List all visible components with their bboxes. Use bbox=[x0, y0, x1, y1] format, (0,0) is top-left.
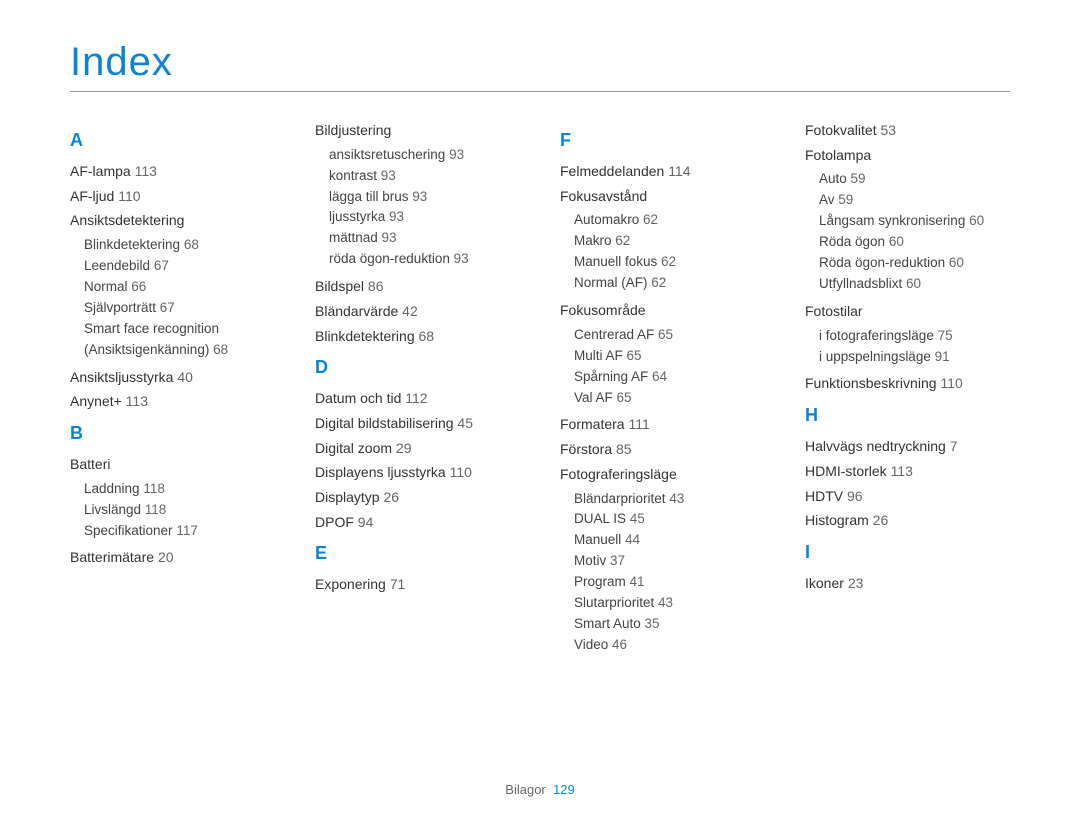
page-title: Index bbox=[70, 40, 1010, 92]
index-subentry: Bländarprioritet 43 bbox=[574, 489, 765, 510]
index-subentry: Manuell 44 bbox=[574, 530, 765, 551]
index-entry: Ansiktsljusstyrka 40 bbox=[70, 367, 275, 389]
index-subentry: Långsam synkronisering 60 bbox=[819, 211, 1010, 232]
index-letter: F bbox=[560, 130, 765, 151]
index-subentry: i fotograferingsläge 75 bbox=[819, 326, 1010, 347]
index-column: Fotokvalitet 53 FotolampaAuto 59Av 59Lång… bbox=[805, 120, 1010, 662]
index-entry: Bildjustering bbox=[315, 120, 520, 142]
index-entry: Fotograferingsläge bbox=[560, 464, 765, 486]
index-subentry: Livslängd 118 bbox=[84, 500, 275, 521]
index-column: Bildjustering ansiktsretuschering 93kontr… bbox=[315, 120, 520, 662]
index-entry: DPOF 94 bbox=[315, 512, 520, 534]
footer-page-number: 129 bbox=[553, 782, 575, 797]
index-column: A AF-lampa 113 AF-ljud 110Ansiktsdetekteri… bbox=[70, 120, 275, 662]
index-entry: Batteri bbox=[70, 454, 275, 476]
index-letter: D bbox=[315, 357, 520, 378]
index-entry: Fotokvalitet 53 bbox=[805, 120, 1010, 142]
index-letter: H bbox=[805, 405, 1010, 426]
index-entry: Digital bildstabilisering 45 bbox=[315, 413, 520, 435]
index-entry: Fotolampa bbox=[805, 145, 1010, 167]
index-subentries: Auto 59Av 59Långsam synkronisering 60Röd… bbox=[805, 169, 1010, 295]
index-entry: AF-lampa 113 bbox=[70, 161, 275, 183]
index-entry: Displaytyp 26 bbox=[315, 487, 520, 509]
index-entry: Felmeddelanden 114 bbox=[560, 161, 765, 183]
index-subentry: Slutarprioritet 43 bbox=[574, 593, 765, 614]
index-subentry: Multi AF 65 bbox=[574, 346, 765, 367]
index-subentries: Automakro 62Makro 62Manuell fokus 62Norm… bbox=[560, 210, 765, 294]
index-letter: I bbox=[805, 542, 1010, 563]
index-subentry: ansiktsretuschering 93 bbox=[329, 145, 520, 166]
index-subentry: Makro 62 bbox=[574, 231, 765, 252]
index-entry: Formatera 111 bbox=[560, 414, 765, 436]
index-subentry: Centrerad AF 65 bbox=[574, 325, 765, 346]
index-subentries: i fotograferingsläge 75i uppspelningsläg… bbox=[805, 326, 1010, 368]
index-entry: Fotostilar bbox=[805, 301, 1010, 323]
index-subentry: Specifikationer 117 bbox=[84, 521, 275, 542]
index-letter: B bbox=[70, 423, 275, 444]
index-subentry: Röda ögon 60 bbox=[819, 232, 1010, 253]
index-subentry: Auto 59 bbox=[819, 169, 1010, 190]
index-letter: E bbox=[315, 543, 520, 564]
footer: Bilagor 129 bbox=[0, 782, 1080, 797]
index-subentry: Program 41 bbox=[574, 572, 765, 593]
index-subentry: Självporträtt 67 bbox=[84, 298, 275, 319]
index-subentries: Laddning 118Livslängd 118Specifikationer… bbox=[70, 479, 275, 542]
index-subentry: Laddning 118 bbox=[84, 479, 275, 500]
index-subentry: Automakro 62 bbox=[574, 210, 765, 231]
index-entry: Histogram 26 bbox=[805, 510, 1010, 532]
index-subentry: Blinkdetektering 68 bbox=[84, 235, 275, 256]
index-subentry: Smart face recognition (Ansiktsigenkänni… bbox=[84, 319, 275, 361]
index-subentries: Blinkdetektering 68Leendebild 67Normal 6… bbox=[70, 235, 275, 361]
index-subentry: Utfyllnadsblixt 60 bbox=[819, 274, 1010, 295]
index-entry: Anynet+ 113 bbox=[70, 391, 275, 413]
index-subentry: Normal 66 bbox=[84, 277, 275, 298]
index-subentry: DUAL IS 45 bbox=[574, 509, 765, 530]
index-subentry: Spårning AF 64 bbox=[574, 367, 765, 388]
index-subentry: Av 59 bbox=[819, 190, 1010, 211]
footer-label: Bilagor bbox=[505, 782, 545, 797]
index-subentry: Normal (AF) 62 bbox=[574, 273, 765, 294]
index-subentries: Bländarprioritet 43DUAL IS 45Manuell 44M… bbox=[560, 489, 765, 656]
index-entry: Batterimätare 20 bbox=[70, 547, 275, 569]
index-subentry: i uppspelningsläge 91 bbox=[819, 347, 1010, 368]
index-entry: Funktionsbeskrivning 110 bbox=[805, 373, 1010, 395]
index-entry: Exponering 71 bbox=[315, 574, 520, 596]
index-entry: HDTV 96 bbox=[805, 486, 1010, 508]
index-entry: Datum och tid 112 bbox=[315, 388, 520, 410]
index-letter: A bbox=[70, 130, 275, 151]
index-entry: Ikoner 23 bbox=[805, 573, 1010, 595]
index-entry: HDMI-storlek 113 bbox=[805, 461, 1010, 483]
index-entry: Förstora 85 bbox=[560, 439, 765, 461]
index-entry: Displayens ljusstyrka 110 bbox=[315, 462, 520, 484]
index-entry: Fokusområde bbox=[560, 300, 765, 322]
index-subentry: Leendebild 67 bbox=[84, 256, 275, 277]
index-entry: Halvvägs nedtryckning 7 bbox=[805, 436, 1010, 458]
index-subentry: Röda ögon-reduktion 60 bbox=[819, 253, 1010, 274]
index-subentry: röda ögon-reduktion 93 bbox=[329, 249, 520, 270]
index-column: F Felmeddelanden 114 FokusavståndAutomakro… bbox=[560, 120, 765, 662]
index-subentry: Motiv 37 bbox=[574, 551, 765, 572]
index-subentry: Smart Auto 35 bbox=[574, 614, 765, 635]
index-columns: A AF-lampa 113 AF-ljud 110Ansiktsdetekteri… bbox=[70, 120, 1010, 662]
index-subentry: mättnad 93 bbox=[329, 228, 520, 249]
index-subentry: kontrast 93 bbox=[329, 166, 520, 187]
index-entry: Bländarvärde 42 bbox=[315, 301, 520, 323]
index-subentries: Centrerad AF 65Multi AF 65Spårning AF 64… bbox=[560, 325, 765, 409]
index-entry: AF-ljud 110 bbox=[70, 186, 275, 208]
index-entry: Ansiktsdetektering bbox=[70, 210, 275, 232]
index-subentry: lägga till brus 93 bbox=[329, 187, 520, 208]
index-subentry: Val AF 65 bbox=[574, 388, 765, 409]
index-entry: Digital zoom 29 bbox=[315, 438, 520, 460]
index-entry: Fokusavstånd bbox=[560, 186, 765, 208]
index-subentries: ansiktsretuschering 93kontrast 93lägga t… bbox=[315, 145, 520, 271]
index-entry: Bildspel 86 bbox=[315, 276, 520, 298]
index-subentry: ljusstyrka 93 bbox=[329, 207, 520, 228]
index-subentry: Manuell fokus 62 bbox=[574, 252, 765, 273]
index-subentry: Video 46 bbox=[574, 635, 765, 656]
index-entry: Blinkdetektering 68 bbox=[315, 326, 520, 348]
